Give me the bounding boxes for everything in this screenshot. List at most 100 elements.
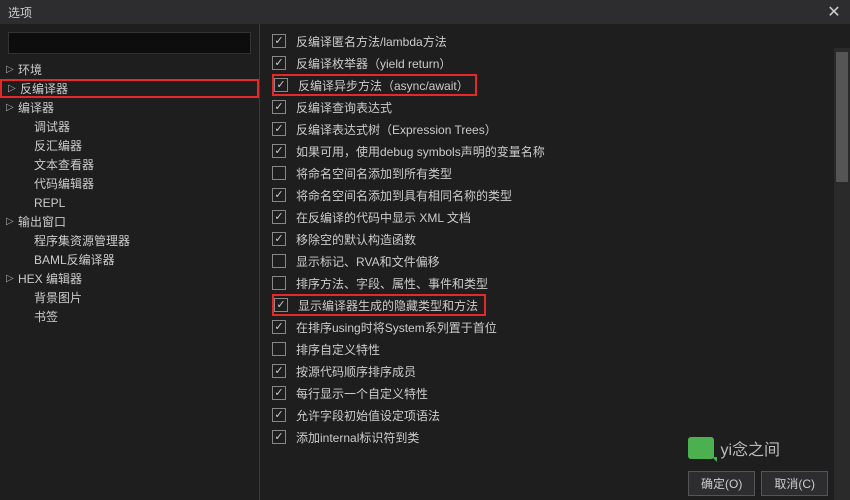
sidebar: ▷环境▷反编译器▷编译器调试器反汇编器文本查看器代码编辑器REPL▷输出窗口程序…: [0, 24, 260, 500]
option-row-15[interactable]: 按源代码顺序排序成员: [272, 360, 838, 382]
sidebar-item-4[interactable]: 反汇编器: [0, 136, 259, 155]
option-row-12[interactable]: 显示编译器生成的隐藏类型和方法: [272, 294, 486, 316]
checkbox[interactable]: [272, 386, 286, 400]
checkbox[interactable]: [272, 254, 286, 268]
option-row-10[interactable]: 显示标记、RVA和文件偏移: [272, 250, 838, 272]
checkbox[interactable]: [272, 320, 286, 334]
sidebar-item-label: 环境: [18, 61, 42, 78]
option-row-9[interactable]: 移除空的默认构造函数: [272, 228, 838, 250]
option-row-1[interactable]: 反编译枚举器（yield return）: [272, 52, 838, 74]
tree-caret-icon: ▷: [6, 102, 18, 113]
option-row-4[interactable]: 反编译表达式树（Expression Trees）: [272, 118, 838, 140]
option-row-7[interactable]: 将命名空间名添加到具有相同名称的类型: [272, 184, 838, 206]
option-row-14[interactable]: 排序自定义特性: [272, 338, 838, 360]
checkbox[interactable]: [272, 342, 286, 356]
sidebar-item-10[interactable]: BAML反编译器: [0, 250, 259, 269]
sidebar-item-7[interactable]: REPL: [0, 193, 259, 212]
option-label: 在排序using时将System系列置于首位: [296, 319, 497, 336]
window-title: 选项: [8, 4, 32, 21]
checkbox[interactable]: [272, 210, 286, 224]
checkbox[interactable]: [272, 122, 286, 136]
sidebar-item-0[interactable]: ▷环境: [0, 60, 259, 79]
sidebar-item-3[interactable]: 调试器: [0, 117, 259, 136]
sidebar-item-label: 反编译器: [20, 80, 68, 97]
option-label: 在反编译的代码中显示 XML 文档: [296, 209, 471, 226]
sidebar-item-label: 程序集资源管理器: [34, 232, 130, 249]
checkbox[interactable]: [274, 298, 288, 312]
titlebar: 选项 ✕: [0, 0, 850, 24]
checkbox[interactable]: [272, 276, 286, 290]
option-label: 排序自定义特性: [296, 341, 380, 358]
option-label: 显示编译器生成的隐藏类型和方法: [298, 297, 478, 314]
sidebar-item-label: BAML反编译器: [34, 251, 115, 268]
dialog-buttons: 确定(O) 取消(C): [688, 471, 828, 496]
sidebar-item-11[interactable]: ▷HEX 编辑器: [0, 269, 259, 288]
option-row-17[interactable]: 允许字段初始值设定项语法: [272, 404, 838, 426]
watermark: yi念之间: [688, 436, 780, 460]
checkbox[interactable]: [272, 430, 286, 444]
option-row-6[interactable]: 将命名空间名添加到所有类型: [272, 162, 838, 184]
checkbox[interactable]: [274, 78, 288, 92]
option-label: 每行显示一个自定义特性: [296, 385, 428, 402]
tree-caret-icon: ▷: [6, 216, 18, 227]
option-label: 移除空的默认构造函数: [296, 231, 416, 248]
tree-caret-icon: ▷: [6, 273, 18, 284]
sidebar-item-12[interactable]: 背景图片: [0, 288, 259, 307]
sidebar-item-label: 编译器: [18, 99, 54, 116]
sidebar-item-label: 代码编辑器: [34, 175, 94, 192]
tree-caret-icon: ▷: [6, 64, 18, 75]
option-row-2[interactable]: 反编译异步方法（async/await）: [272, 74, 477, 96]
sidebar-item-1[interactable]: ▷反编译器: [0, 79, 259, 98]
sidebar-item-5[interactable]: 文本查看器: [0, 155, 259, 174]
search-input[interactable]: [8, 32, 251, 54]
sidebar-item-label: 输出窗口: [18, 213, 66, 230]
checkbox[interactable]: [272, 34, 286, 48]
wechat-icon: [688, 437, 714, 459]
option-label: 反编译匿名方法/lambda方法: [296, 33, 447, 50]
sidebar-item-label: REPL: [34, 196, 65, 210]
option-label: 将命名空间名添加到所有类型: [296, 165, 452, 182]
scrollbar[interactable]: [834, 48, 850, 500]
option-row-16[interactable]: 每行显示一个自定义特性: [272, 382, 838, 404]
checkbox[interactable]: [272, 364, 286, 378]
option-row-8[interactable]: 在反编译的代码中显示 XML 文档: [272, 206, 838, 228]
sidebar-item-8[interactable]: ▷输出窗口: [0, 212, 259, 231]
cancel-button[interactable]: 取消(C): [761, 471, 828, 496]
ok-button[interactable]: 确定(O): [688, 471, 755, 496]
checkbox[interactable]: [272, 232, 286, 246]
option-label: 添加internal标识符到类: [296, 429, 419, 446]
scrollbar-thumb[interactable]: [836, 52, 848, 182]
tree-caret-icon: ▷: [8, 83, 20, 94]
sidebar-item-9[interactable]: 程序集资源管理器: [0, 231, 259, 250]
option-row-13[interactable]: 在排序using时将System系列置于首位: [272, 316, 838, 338]
checkbox[interactable]: [272, 56, 286, 70]
option-row-3[interactable]: 反编译查询表达式: [272, 96, 838, 118]
checkbox[interactable]: [272, 166, 286, 180]
watermark-text: yi念之间: [720, 436, 780, 460]
option-label: 显示标记、RVA和文件偏移: [296, 253, 440, 270]
option-row-5[interactable]: 如果可用，使用debug symbols声明的变量名称: [272, 140, 838, 162]
option-label: 将命名空间名添加到具有相同名称的类型: [296, 187, 512, 204]
sidebar-item-label: 书签: [34, 308, 58, 325]
sidebar-item-2[interactable]: ▷编译器: [0, 98, 259, 117]
option-label: 排序方法、字段、属性、事件和类型: [296, 275, 488, 292]
sidebar-item-label: 调试器: [34, 118, 70, 135]
option-label: 反编译异步方法（async/await）: [298, 77, 469, 94]
options-panel: 反编译匿名方法/lambda方法反编译枚举器（yield return） 反编译异…: [260, 24, 850, 500]
sidebar-item-label: 文本查看器: [34, 156, 94, 173]
checkbox[interactable]: [272, 408, 286, 422]
option-label: 允许字段初始值设定项语法: [296, 407, 440, 424]
sidebar-item-label: 背景图片: [34, 289, 82, 306]
option-row-0[interactable]: 反编译匿名方法/lambda方法: [272, 30, 838, 52]
checkbox[interactable]: [272, 188, 286, 202]
sidebar-item-6[interactable]: 代码编辑器: [0, 174, 259, 193]
checkbox[interactable]: [272, 144, 286, 158]
close-icon[interactable]: ✕: [824, 2, 844, 22]
checkbox[interactable]: [272, 100, 286, 114]
option-label: 反编译查询表达式: [296, 99, 392, 116]
option-label: 反编译枚举器（yield return）: [296, 55, 451, 72]
sidebar-item-13[interactable]: 书签: [0, 307, 259, 326]
option-row-11[interactable]: 排序方法、字段、属性、事件和类型: [272, 272, 838, 294]
option-label: 按源代码顺序排序成员: [296, 363, 416, 380]
sidebar-item-label: 反汇编器: [34, 137, 82, 154]
